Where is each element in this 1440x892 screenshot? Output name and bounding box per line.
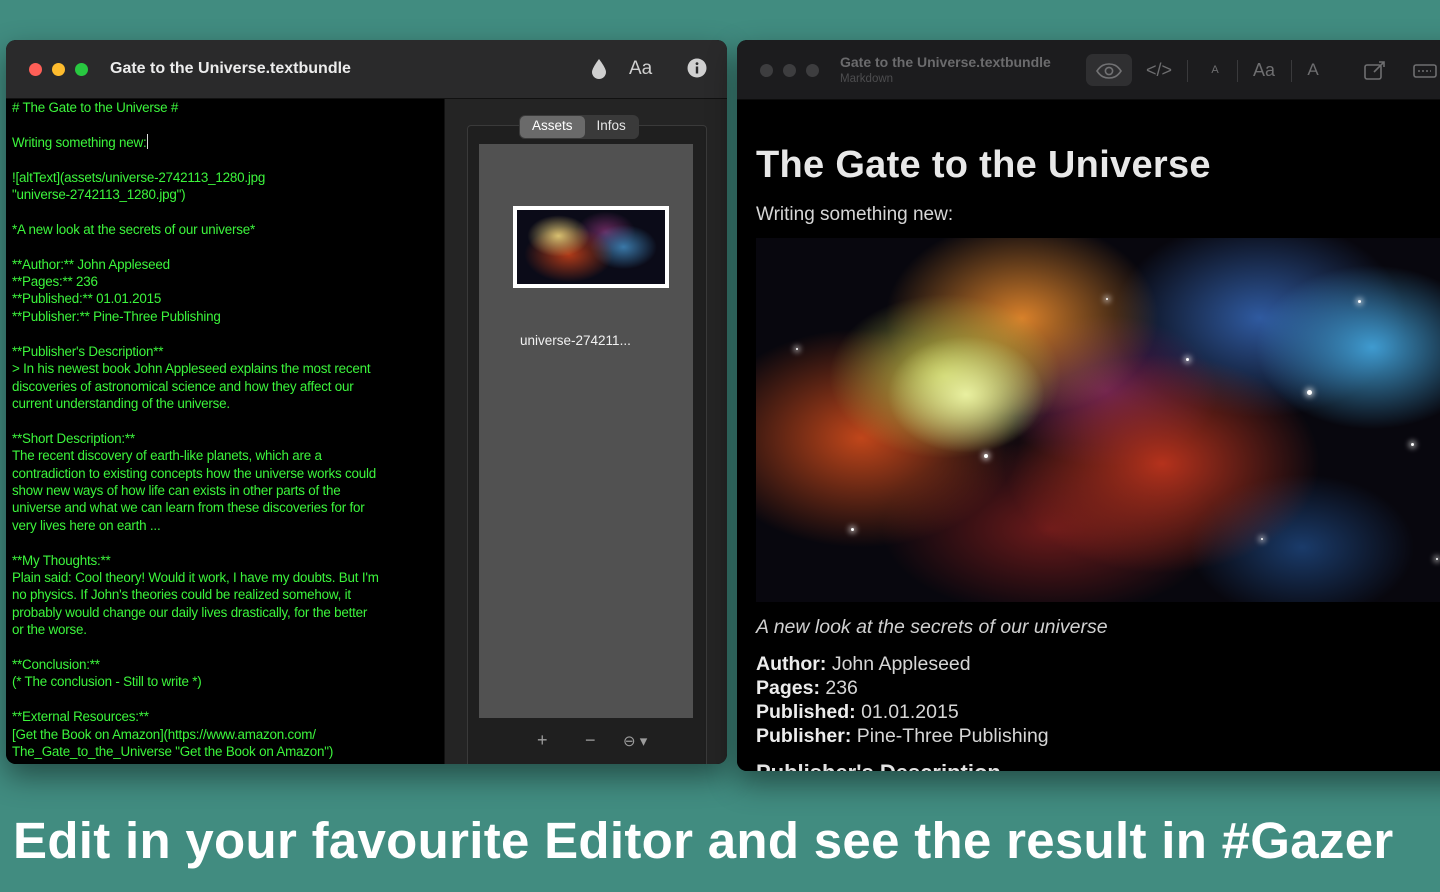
markdown-line[interactable]: **Publisher:** Pine-Three Publishing	[12, 309, 221, 324]
drop-icon[interactable]	[591, 58, 607, 85]
markdown-line[interactable]: **Publisher's Description**	[12, 344, 163, 359]
markdown-line[interactable]: ![altText](assets/universe-2742113_1280.…	[12, 170, 265, 185]
toolbar-separator	[1187, 60, 1188, 82]
font-button[interactable]: Aa	[629, 58, 652, 80]
markdown-line[interactable]: **Short Description:**	[12, 431, 135, 446]
markdown-line[interactable]: The_Gate_to_the_Universe "Get the Book o…	[12, 744, 333, 759]
remove-asset-button[interactable]: −	[585, 730, 596, 751]
editor-window: Gate to the Universe.textbundle Aa # The…	[6, 40, 727, 764]
toolbar-separator	[1237, 60, 1238, 82]
markdown-line[interactable]: probably would change our daily lives dr…	[12, 605, 367, 620]
preview-author: Author: John Appleseed	[756, 653, 971, 675]
markdown-line[interactable]: current understanding of the universe.	[12, 396, 230, 411]
editor-titlebar: Gate to the Universe.textbundle Aa	[6, 40, 727, 99]
edit-in-editor-icon[interactable]	[1363, 54, 1387, 86]
zoom-button[interactable]	[806, 64, 819, 77]
increase-font-button[interactable]: A	[1305, 54, 1321, 86]
markdown-line[interactable]: [Get the Book on Amazon](https://www.ama…	[12, 727, 316, 742]
markdown-line[interactable]: **Pages:** 236	[12, 274, 98, 289]
assets-sidebar: Assets Infos universe-274211... + − ⊖ ▾	[444, 99, 727, 764]
markdown-line[interactable]: or the worse.	[12, 622, 87, 637]
tab-assets[interactable]: Assets	[520, 116, 585, 138]
markdown-line[interactable]: no physics. If John's theories could be …	[12, 587, 351, 602]
markdown-line[interactable]: **My Thoughts:**	[12, 553, 111, 568]
markdown-preview[interactable]: The Gate to the Universe Writing somethi…	[737, 100, 1440, 771]
markdown-line[interactable]: Plain said: Cool theory! Would it work, …	[12, 570, 379, 585]
toolbar-separator	[1291, 60, 1292, 82]
zoom-button[interactable]	[75, 63, 88, 76]
markdown-line[interactable]: **Conclusion:**	[12, 657, 100, 672]
markdown-line[interactable]: The recent discovery of earth-like plane…	[12, 448, 322, 463]
source-code-icon[interactable]: </>	[1144, 54, 1174, 86]
markdown-editor[interactable]: # The Gate to the Universe # Writing som…	[6, 99, 444, 764]
markdown-line[interactable]: Writing something new:	[12, 135, 147, 150]
preview-publisher: Publisher: Pine-Three Publishing	[756, 725, 1049, 747]
preview-pages: Pages: 236	[756, 677, 858, 699]
preview-universe-image	[756, 238, 1440, 602]
asset-more-button[interactable]: ⊖ ▾	[623, 732, 647, 750]
gazer-window-subtitle: Markdown	[840, 73, 894, 85]
markdown-line[interactable]: discoveries of astronomical science and …	[12, 379, 354, 394]
markdown-line[interactable]: show new ways of how life can exists in …	[12, 483, 341, 498]
text-cursor	[146, 133, 148, 149]
gazer-window: Gate to the Universe.textbundle Markdown…	[737, 40, 1440, 771]
markdown-line[interactable]: > In his newest book John Appleseed expl…	[12, 361, 371, 376]
editor-window-title: Gate to the Universe.textbundle	[110, 60, 351, 77]
markdown-line[interactable]: very lives here on earth ...	[12, 518, 161, 533]
preview-eye-icon[interactable]	[1086, 54, 1132, 86]
markdown-text[interactable]: # The Gate to the Universe # Writing som…	[6, 99, 444, 760]
markdown-line[interactable]: **Published:** 01.01.2015	[12, 291, 161, 306]
preview-published: Published: 01.01.2015	[756, 701, 959, 723]
info-icon[interactable]	[687, 58, 707, 83]
markdown-line[interactable]: contradiction to existing concepts how t…	[12, 466, 376, 481]
tab-infos[interactable]: Infos	[585, 116, 638, 138]
markdown-line[interactable]: universe and what we can learn from thes…	[12, 500, 365, 515]
gazer-window-title: Gate to the Universe.textbundle	[840, 54, 1051, 70]
preview-heading: The Gate to the Universe	[756, 144, 1211, 186]
decrease-font-button[interactable]: A	[1207, 54, 1223, 86]
asset-filename: universe-274211...	[520, 333, 631, 348]
markdown-line[interactable]: **External Resources:**	[12, 709, 149, 724]
font-button[interactable]: Aa	[1250, 54, 1278, 86]
close-button[interactable]	[29, 63, 42, 76]
markdown-line[interactable]: # The Gate to the Universe #	[12, 100, 178, 115]
asset-thumbnail[interactable]	[513, 206, 669, 288]
markdown-line[interactable]: (* The conclusion - Still to write *)	[12, 674, 202, 689]
assets-list: universe-274211...	[479, 144, 693, 718]
asset-toolbar: + − ⊖ ▾	[445, 718, 727, 764]
preview-subheading: Publisher's Description	[756, 760, 1001, 771]
preview-intro: Writing something new:	[756, 204, 954, 225]
close-button[interactable]	[760, 64, 773, 77]
minimize-button[interactable]	[783, 64, 796, 77]
export-icon[interactable]	[1413, 54, 1439, 86]
gazer-titlebar: Gate to the Universe.textbundle Markdown…	[737, 40, 1440, 100]
markdown-line[interactable]: *A new look at the secrets of our univer…	[12, 222, 255, 237]
add-asset-button[interactable]: +	[537, 730, 548, 751]
preview-emphasis: A new look at the secrets of our univers…	[756, 616, 1108, 638]
markdown-line[interactable]: "universe-2742113_1280.jpg")	[12, 187, 186, 202]
markdown-line[interactable]: **Author:** John Appleseed	[12, 257, 170, 272]
sidebar-segmented-control: Assets Infos	[519, 115, 639, 139]
minimize-button[interactable]	[52, 63, 65, 76]
promo-caption: Edit in your favourite Editor and see th…	[13, 812, 1394, 869]
